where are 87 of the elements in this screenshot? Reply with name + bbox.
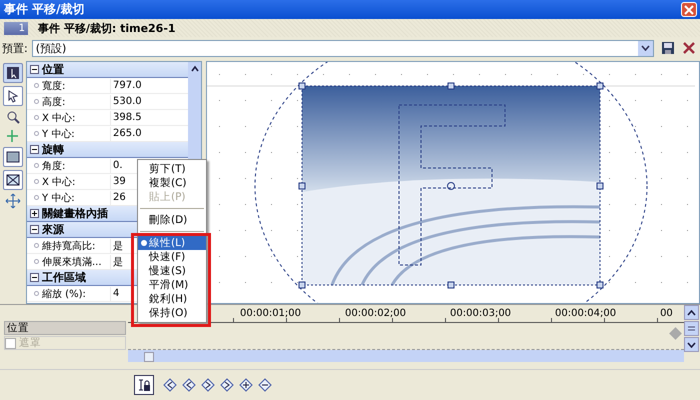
time-label: 00	[660, 308, 673, 319]
time-label: 00:00:01;00	[240, 308, 302, 319]
collapse-icon[interactable]	[30, 145, 39, 154]
collapse-icon[interactable]	[30, 273, 39, 282]
resize-handle[interactable]	[596, 82, 604, 90]
menu-item[interactable]: 剪下(T)	[138, 162, 206, 176]
time-label: 00:00:03;00	[450, 308, 512, 319]
property-value[interactable]: 是	[111, 254, 123, 268]
caret-up-icon	[687, 310, 696, 316]
menu-item[interactable]: 平滑(M)	[138, 278, 206, 292]
time-label: 00:00:02;00	[345, 308, 406, 319]
menu-item[interactable]: 線性(L)	[138, 236, 206, 250]
next-keyframe-icon[interactable]	[201, 378, 215, 392]
section-title: 旋轉	[42, 142, 64, 157]
resize-handle[interactable]	[448, 82, 454, 90]
pointer-icon[interactable]	[3, 86, 23, 106]
frame-icon[interactable]	[3, 170, 23, 190]
property-name: Y 中心:	[42, 190, 111, 204]
property-value[interactable]: 797.0	[111, 80, 142, 91]
property-name: Y 中心:	[42, 126, 111, 140]
property-value[interactable]: 是	[111, 238, 123, 252]
property-name: 寬度:	[42, 78, 111, 92]
property-name: 伸展來填滿...	[42, 254, 111, 268]
menu-item[interactable]: 保持(O)	[138, 306, 206, 320]
menu-item[interactable]: 複製(C)	[138, 176, 206, 190]
move-icon[interactable]	[4, 193, 22, 209]
radio-dot-icon	[141, 240, 147, 246]
track-header: 位置	[4, 321, 126, 335]
section-title: 關鍵畫格內插	[42, 206, 108, 221]
menu-item[interactable]: 銳利(H)	[138, 292, 206, 306]
resize-handle[interactable]	[298, 82, 306, 90]
delete-icon[interactable]	[682, 41, 696, 55]
section-title: 來源	[42, 222, 64, 237]
property-value[interactable]: 530.0	[111, 96, 142, 107]
horizontal-scrollbar[interactable]	[128, 350, 684, 362]
event-number: 1	[4, 22, 28, 34]
property-value[interactable]: 265.0	[111, 128, 142, 139]
property-value[interactable]: 26	[111, 192, 126, 203]
scroll-down-button[interactable]	[684, 337, 699, 352]
time-label: 00:00:04;00	[555, 308, 616, 319]
crop-icon[interactable]	[3, 147, 23, 167]
lines-icon	[688, 326, 695, 331]
crop-shape[interactable]	[398, 104, 506, 266]
add-keyframe-icon[interactable]	[239, 378, 253, 392]
scroll-middle-button[interactable]	[684, 321, 699, 336]
prev-keyframe-icon[interactable]	[182, 378, 196, 392]
collapse-icon[interactable]	[30, 225, 39, 234]
preset-label: 預置:	[2, 40, 28, 56]
resize-handle[interactable]	[298, 282, 306, 288]
normal-edit-icon[interactable]	[3, 63, 23, 83]
menu-item[interactable]: 快速(F)	[138, 250, 206, 264]
resize-handle[interactable]	[596, 182, 604, 190]
section-title: 工作區域	[42, 270, 86, 285]
close-button[interactable]	[681, 2, 697, 17]
property-name: X 中心:	[42, 110, 111, 124]
save-icon[interactable]	[661, 41, 675, 55]
resize-handle[interactable]	[448, 282, 454, 288]
window-title: 事件 平移/裁切	[4, 1, 85, 18]
property-value[interactable]: 39	[111, 176, 126, 187]
section-title: 位置	[42, 62, 64, 77]
property-value[interactable]: 398.5	[111, 112, 142, 123]
lock-icon	[137, 378, 151, 392]
expand-icon[interactable]	[30, 209, 39, 218]
event-title: 事件 平移/裁切: time26-1	[38, 20, 176, 36]
mask-label: 遮罩	[19, 336, 41, 350]
property-name: X 中心:	[42, 174, 111, 188]
first-keyframe-icon[interactable]	[163, 378, 177, 392]
caret-down-icon	[687, 342, 696, 348]
property-name: 維持寬高比:	[42, 238, 111, 252]
last-keyframe-icon[interactable]	[220, 378, 234, 392]
center-handle[interactable]	[447, 182, 455, 190]
caret-up-icon	[190, 65, 200, 73]
scroll-up-button[interactable]	[684, 305, 699, 320]
menu-item[interactable]: 慢速(S)	[138, 264, 206, 278]
property-name: 角度:	[42, 158, 111, 172]
lock-button[interactable]	[134, 375, 154, 395]
property-name: 高度:	[42, 94, 111, 108]
property-value[interactable]: 4	[111, 288, 120, 299]
preset-dropdown[interactable]: (預設)	[32, 40, 654, 56]
remove-keyframe-icon[interactable]	[258, 378, 272, 392]
property-name: 縮放 (%):	[42, 286, 111, 300]
resize-handle[interactable]	[298, 182, 306, 190]
menu-item[interactable]: 刪除(D)	[138, 213, 206, 227]
caret-down-icon	[641, 45, 650, 51]
collapse-icon[interactable]	[30, 65, 39, 74]
property-value[interactable]: 0.	[111, 160, 123, 171]
resize-handle[interactable]	[596, 282, 604, 288]
